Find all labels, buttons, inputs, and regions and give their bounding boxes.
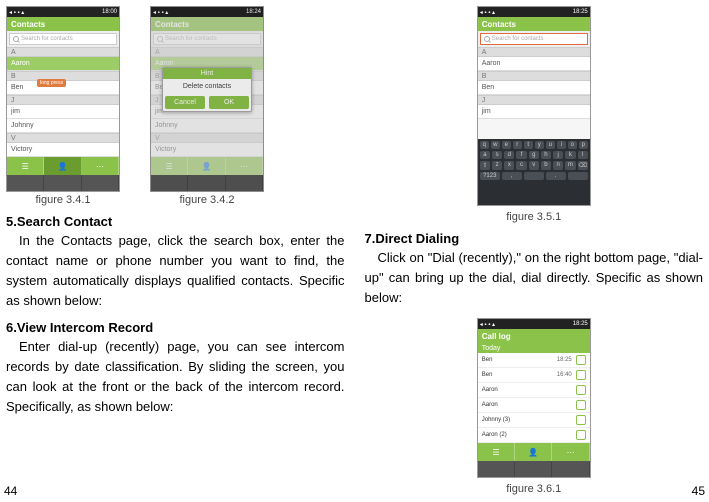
delete-dialog: Hint Delete contacts Cancel OK xyxy=(162,67,252,112)
key: ⌫ xyxy=(578,161,588,170)
titlebar-calllog: Call log xyxy=(478,329,590,343)
ok-button: OK xyxy=(209,96,249,109)
dialog-title: Hint xyxy=(163,68,251,79)
calllog-row: Ben16:40 xyxy=(478,368,590,383)
paragraph-7: Click on "Dial (recently)," on the right… xyxy=(365,248,704,308)
phone-icon xyxy=(576,370,586,380)
dialog-body: Delete contacts xyxy=(163,79,251,94)
key: k xyxy=(565,151,575,159)
bottom-tabs: ☰👤⋯ xyxy=(7,157,119,175)
section-J: J xyxy=(7,95,119,105)
list-item: jim xyxy=(7,105,119,119)
search-icon xyxy=(484,36,490,42)
search-icon xyxy=(13,36,19,42)
key: u xyxy=(546,141,555,149)
calllog-row: Johnny (3) xyxy=(478,413,590,428)
figure-3-5-1: ◂ ▪ ▪ ▴18:25 Contacts Search for contact… xyxy=(477,6,591,206)
status-bar: ◂ ▪ ▪ ▴18:25 xyxy=(478,319,590,329)
key: i xyxy=(557,141,566,149)
page-number: 45 xyxy=(692,484,705,498)
key: q xyxy=(480,141,489,149)
key: j xyxy=(553,151,563,159)
today-header: Today xyxy=(478,343,590,353)
key: t xyxy=(524,141,533,149)
search-input: Search for contacts xyxy=(9,33,117,45)
key: a xyxy=(480,151,490,159)
key: n xyxy=(553,161,563,170)
list-item: Victory xyxy=(7,143,119,157)
key: f xyxy=(516,151,526,159)
section-A: A xyxy=(7,47,119,57)
figure-caption: figure 3.4.2 xyxy=(150,194,264,206)
nav-buttons xyxy=(7,175,119,192)
titlebar-contacts: Contacts xyxy=(7,17,119,31)
search-input: Search for contacts xyxy=(153,33,261,45)
calllog-row: Ben18:25 xyxy=(478,353,590,368)
phone-icon xyxy=(576,400,586,410)
key: z xyxy=(492,161,502,170)
key: l xyxy=(578,151,588,159)
search-icon xyxy=(157,36,163,42)
heading-7: 7.Direct Dialing xyxy=(365,231,704,246)
key xyxy=(524,172,544,180)
page-number: 44 xyxy=(4,484,17,498)
keyboard: qwertyuiop asdfghjkl ⇧zxcvbnm⌫ ?123,. xyxy=(478,139,590,206)
section-V: V xyxy=(7,133,119,143)
calllog-row: Aaron (2) xyxy=(478,428,590,443)
key: h xyxy=(541,151,551,159)
phone-icon xyxy=(576,355,586,365)
search-input-active: Search for contacts xyxy=(480,33,588,45)
list-item: Aaronlong press xyxy=(7,57,119,71)
calllog-row: Aaron xyxy=(478,383,590,398)
key: y xyxy=(535,141,544,149)
figure-caption: figure 3.4.1 xyxy=(6,194,120,206)
key: b xyxy=(541,161,551,170)
figure-3-4-2: ◂ ▪ ▪ ▴18:24 Contacts Search for contact… xyxy=(150,6,264,192)
key: g xyxy=(529,151,539,159)
key xyxy=(568,172,588,180)
cancel-button: Cancel xyxy=(165,96,205,109)
paragraph-6: Enter dial-up (recently) page, you can s… xyxy=(6,337,345,418)
key: m xyxy=(565,161,575,170)
titlebar-contacts: Contacts xyxy=(478,17,590,31)
key: s xyxy=(492,151,502,159)
status-bar: ◂ ▪ ▪ ▴18:25 xyxy=(478,7,590,17)
bottom-tabs: ☰👤⋯ xyxy=(478,443,590,461)
list-item: Johnny xyxy=(7,119,119,133)
figure-caption: figure 3.5.1 xyxy=(365,211,704,223)
status-bar: ◂ ▪ ▪ ▴18:00 xyxy=(7,7,119,17)
phone-icon xyxy=(576,430,586,440)
heading-5: 5.Search Contact xyxy=(6,214,345,229)
key: v xyxy=(529,161,539,170)
key: x xyxy=(504,161,514,170)
status-bar: ◂ ▪ ▪ ▴18:24 xyxy=(151,7,263,17)
paragraph-5: In the Contacts page, click the search b… xyxy=(6,231,345,312)
key: w xyxy=(491,141,500,149)
key: o xyxy=(568,141,577,149)
key: c xyxy=(516,161,526,170)
key: r xyxy=(513,141,522,149)
key: , xyxy=(502,172,522,180)
figure-3-6-1: ◂ ▪ ▪ ▴18:25 Call log Today Ben18:25Ben1… xyxy=(477,318,591,478)
titlebar-contacts: Contacts xyxy=(151,17,263,31)
key: ⇧ xyxy=(480,161,490,170)
figure-caption: figure 3.6.1 xyxy=(365,483,704,495)
calllog-row: Aaron xyxy=(478,398,590,413)
phone-icon xyxy=(576,385,586,395)
key: d xyxy=(504,151,514,159)
figure-3-4-1: ◂ ▪ ▪ ▴18:00 Contacts Search for contact… xyxy=(6,6,120,192)
heading-6: 6.View Intercom Record xyxy=(6,320,345,335)
key: . xyxy=(546,172,566,180)
key: e xyxy=(502,141,511,149)
key: p xyxy=(579,141,588,149)
nav-buttons xyxy=(478,461,590,478)
phone-icon xyxy=(576,415,586,425)
key: ?123 xyxy=(480,172,500,180)
